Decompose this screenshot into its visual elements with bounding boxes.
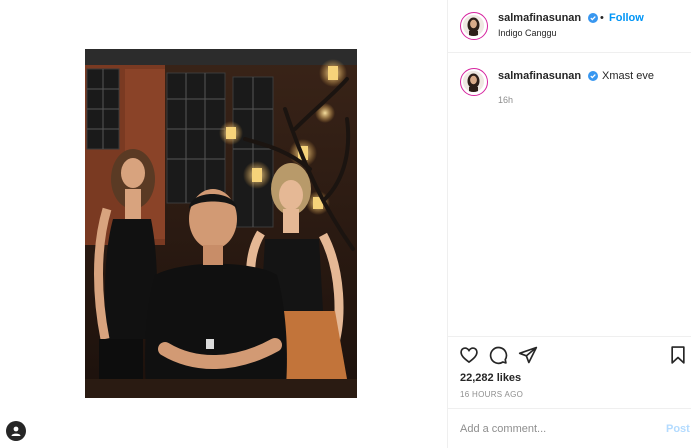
verified-badge-icon [588, 13, 598, 23]
caption-avatar[interactable] [460, 68, 488, 96]
avatar-image [463, 71, 484, 92]
post-location[interactable]: Indigo Canggu [498, 28, 557, 38]
comment-bar: Post [448, 408, 691, 448]
bookmark-icon[interactable] [668, 345, 688, 365]
comment-icon[interactable] [488, 345, 508, 365]
avatar-image [463, 15, 484, 36]
caption-username[interactable]: salmafinasunan [498, 70, 581, 82]
caption-text: Xmast eve [602, 70, 654, 82]
likes-count[interactable]: 22,282 likes [460, 372, 521, 384]
author-username[interactable]: salmafinasunan [498, 12, 581, 24]
profile-fab-button[interactable] [6, 421, 26, 441]
header-separator: • [600, 12, 604, 24]
media-pane [0, 0, 447, 448]
author-avatar[interactable] [460, 12, 488, 40]
comment-input[interactable] [460, 423, 650, 435]
post-photo-image [85, 49, 357, 398]
follow-button[interactable]: Follow [609, 12, 644, 24]
actions-divider [448, 336, 691, 337]
post-photo[interactable] [85, 49, 357, 398]
post-timestamp[interactable]: 16 HOURS AGO [460, 390, 523, 399]
share-icon[interactable] [518, 345, 538, 365]
post-modal: salmafinasunan • Follow Indigo Canggu sa… [0, 0, 691, 448]
caption-age[interactable]: 16h [498, 95, 513, 105]
post-comment-button[interactable]: Post [666, 423, 690, 435]
post-sidebar: salmafinasunan • Follow Indigo Canggu sa… [447, 0, 691, 448]
profile-icon [11, 426, 21, 436]
verified-badge-icon [588, 71, 598, 81]
post-header: salmafinasunan • Follow Indigo Canggu [448, 0, 691, 53]
heart-icon[interactable] [459, 345, 479, 365]
